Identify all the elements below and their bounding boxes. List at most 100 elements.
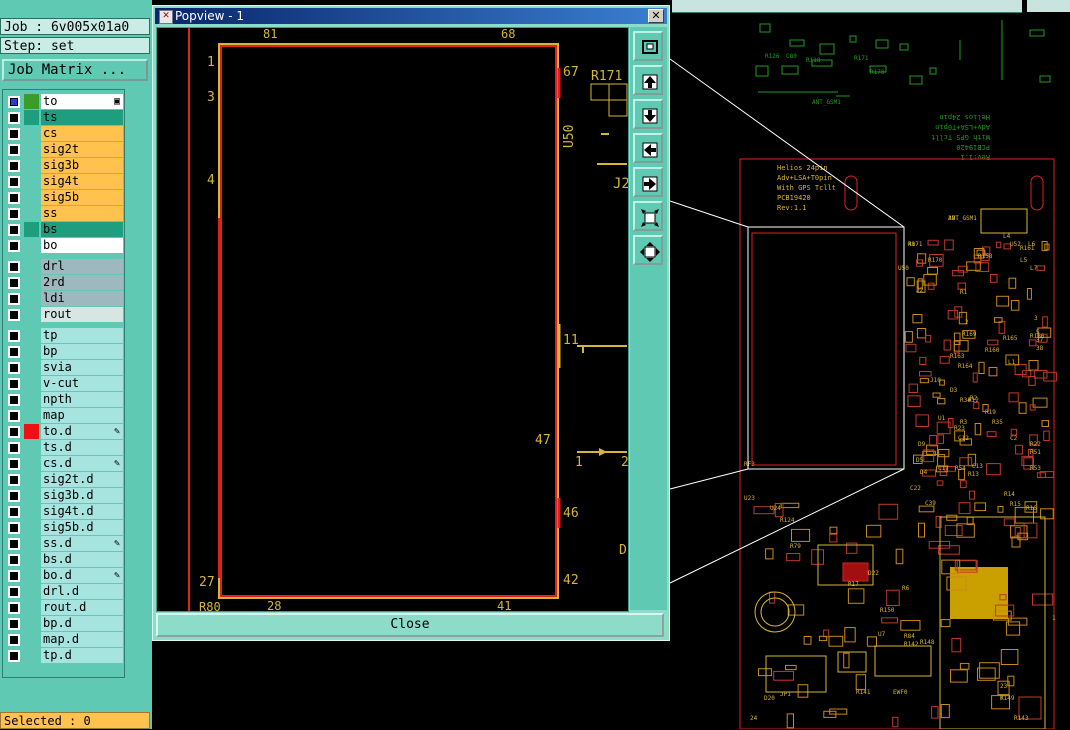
pan-up-button[interactable] <box>633 65 663 95</box>
layer-row-svia[interactable]: svia <box>5 360 123 375</box>
layer-color-swatch[interactable] <box>24 600 39 615</box>
layer-name[interactable]: sig5b <box>41 190 123 205</box>
layer-name[interactable]: rout <box>41 307 123 322</box>
layer-name[interactable]: cs.d ✎ <box>41 456 123 471</box>
layer-checkbox[interactable] <box>8 506 20 518</box>
layer-name[interactable]: sig2t.d <box>41 472 123 487</box>
layer-row-sig2t-d[interactable]: sig2t.d <box>5 472 123 487</box>
layer-checkbox[interactable] <box>8 224 20 236</box>
layer-name[interactable]: bs <box>41 222 123 237</box>
layer-name[interactable]: npth <box>41 392 123 407</box>
layer-checkbox[interactable] <box>8 128 20 140</box>
layer-row-drl[interactable]: drl <box>5 259 123 274</box>
layer-checkbox[interactable] <box>8 330 20 342</box>
layer-checkbox[interactable] <box>8 96 20 108</box>
layer-row-ss-d[interactable]: ss.d ✎ <box>5 536 123 551</box>
layer-name[interactable]: sig5b.d <box>41 520 123 535</box>
layer-row-cs-d[interactable]: cs.d ✎ <box>5 456 123 471</box>
layer-color-swatch[interactable] <box>24 392 39 407</box>
layer-checkbox[interactable] <box>8 394 20 406</box>
layer-row-sig2t[interactable]: sig2t <box>5 142 123 157</box>
layer-row-cs[interactable]: cs <box>5 126 123 141</box>
layer-color-swatch[interactable] <box>24 552 39 567</box>
layer-name[interactable]: svia <box>41 360 123 375</box>
layer-checkbox[interactable] <box>8 208 20 220</box>
layer-color-swatch[interactable] <box>24 291 39 306</box>
layer-checkbox[interactable] <box>8 112 20 124</box>
layer-color-swatch[interactable] <box>24 328 39 343</box>
layer-color-swatch[interactable] <box>24 536 39 551</box>
layer-color-swatch[interactable] <box>24 376 39 391</box>
layer-checkbox[interactable] <box>8 474 20 486</box>
layer-row-bo-d[interactable]: bo.d ✎ <box>5 568 123 583</box>
pan-right-button[interactable] <box>633 167 663 197</box>
layer-row-bs[interactable]: bs <box>5 222 123 237</box>
layer-name[interactable]: cs <box>41 126 123 141</box>
layer-name[interactable]: bo <box>41 238 123 253</box>
layer-name[interactable]: tp <box>41 328 123 343</box>
layer-color-swatch[interactable] <box>24 424 39 439</box>
job-matrix-button[interactable]: Job Matrix ... <box>2 59 148 81</box>
layer-checkbox[interactable] <box>8 378 20 390</box>
layer-row-ss[interactable]: ss <box>5 206 123 221</box>
layer-name[interactable]: bp <box>41 344 123 359</box>
layer-row-to-d[interactable]: to.d ✎ <box>5 424 123 439</box>
layer-name[interactable]: sig4t <box>41 174 123 189</box>
layer-color-swatch[interactable] <box>24 94 39 109</box>
layer-name[interactable]: ss.d ✎ <box>41 536 123 551</box>
layer-color-swatch[interactable] <box>24 275 39 290</box>
layer-color-swatch[interactable] <box>24 648 39 663</box>
layer-row-map[interactable]: map <box>5 408 123 423</box>
layer-row-bs-d[interactable]: bs.d <box>5 552 123 567</box>
layer-row-sig4t[interactable]: sig4t <box>5 174 123 189</box>
layer-color-swatch[interactable] <box>24 222 39 237</box>
layer-checkbox[interactable] <box>8 554 20 566</box>
layer-color-swatch[interactable] <box>24 126 39 141</box>
layer-row-rout-d[interactable]: rout.d <box>5 600 123 615</box>
layer-name[interactable]: ldi <box>41 291 123 306</box>
layer-name[interactable]: tp.d <box>41 648 123 663</box>
layer-row-ts[interactable]: ts <box>5 110 123 125</box>
layer-name[interactable]: to ▣ <box>41 94 123 109</box>
layer-checkbox[interactable] <box>8 586 20 598</box>
layer-color-swatch[interactable] <box>24 504 39 519</box>
layer-color-swatch[interactable] <box>24 206 39 221</box>
layer-color-swatch[interactable] <box>24 440 39 455</box>
layer-checkbox[interactable] <box>8 144 20 156</box>
layer-checkbox[interactable] <box>8 410 20 422</box>
layer-row-map-d[interactable]: map.d <box>5 632 123 647</box>
layer-color-swatch[interactable] <box>24 259 39 274</box>
layer-name[interactable]: sig4t.d <box>41 504 123 519</box>
layer-color-swatch[interactable] <box>24 174 39 189</box>
layer-color-swatch[interactable] <box>24 142 39 157</box>
layer-row-ts-d[interactable]: ts.d <box>5 440 123 455</box>
layer-checkbox[interactable] <box>8 261 20 273</box>
layer-checkbox[interactable] <box>8 442 20 454</box>
layer-checkbox[interactable] <box>8 346 20 358</box>
layer-name[interactable]: drl <box>41 259 123 274</box>
layer-checkbox[interactable] <box>8 490 20 502</box>
pan-left-button[interactable] <box>633 133 663 163</box>
layer-name[interactable]: ts.d <box>41 440 123 455</box>
layer-color-swatch[interactable] <box>24 568 39 583</box>
layer-name[interactable]: bs.d <box>41 552 123 567</box>
layer-color-swatch[interactable] <box>24 307 39 322</box>
layer-row-rout[interactable]: rout <box>5 307 123 322</box>
layer-checkbox[interactable] <box>8 570 20 582</box>
layer-name[interactable]: sig3b <box>41 158 123 173</box>
layer-color-swatch[interactable] <box>24 488 39 503</box>
layer-color-swatch[interactable] <box>24 190 39 205</box>
layer-color-swatch[interactable] <box>24 520 39 535</box>
layer-color-swatch[interactable] <box>24 584 39 599</box>
layer-row-bo[interactable]: bo <box>5 238 123 253</box>
layer-color-swatch[interactable] <box>24 238 39 253</box>
layer-row-sig5b[interactable]: sig5b <box>5 190 123 205</box>
layer-color-swatch[interactable] <box>24 472 39 487</box>
zoom-fit-button[interactable] <box>633 235 663 265</box>
layer-name[interactable]: sig2t <box>41 142 123 157</box>
layer-checkbox[interactable] <box>8 426 20 438</box>
layer-row-v-cut[interactable]: v-cut <box>5 376 123 391</box>
layer-name[interactable]: ts <box>41 110 123 125</box>
layer-checkbox[interactable] <box>8 618 20 630</box>
layer-row-tp-d[interactable]: tp.d <box>5 648 123 663</box>
